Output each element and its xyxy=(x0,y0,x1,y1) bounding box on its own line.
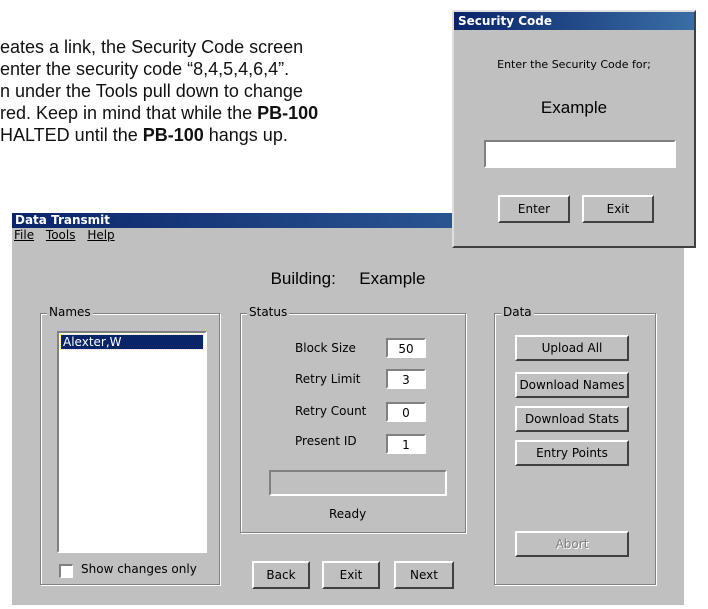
next-button[interactable]: Next xyxy=(394,561,454,589)
doc-line-2: enter the security code “8,4,5,4,6,4”. xyxy=(0,59,290,79)
retry-count-field[interactable]: 0 xyxy=(386,402,426,422)
security-enter-button[interactable]: Enter xyxy=(498,195,570,223)
progress-bar xyxy=(269,470,447,496)
security-prompt: Enter the Security Code for; xyxy=(497,58,651,71)
building-name: Example xyxy=(359,269,426,288)
menu-tools[interactable]: Tools xyxy=(46,228,76,242)
retry-count-label: Retry Count xyxy=(295,404,367,418)
building-header: Building: Example xyxy=(12,269,684,289)
security-dialog-titlebar: Security Code xyxy=(454,12,694,30)
doc-line-4: red. Keep in mind that while the PB-100 xyxy=(0,103,319,123)
doc-line-5: HALTED until the PB-100 hangs up. xyxy=(0,125,288,145)
upload-all-button[interactable]: Upload All xyxy=(515,335,629,361)
retry-limit-field[interactable]: 3 xyxy=(386,369,426,389)
doc-line-3: n under the Tools pull down to change xyxy=(0,81,303,101)
exit-button[interactable]: Exit xyxy=(322,561,380,589)
menu-bar: File Tools Help xyxy=(14,228,115,246)
status-group-label: Status xyxy=(247,305,290,319)
back-button[interactable]: Back xyxy=(252,561,310,589)
security-code-dialog: Security Code Enter the Security Code fo… xyxy=(452,10,696,248)
names-list-item[interactable]: Alexter,W xyxy=(60,334,204,350)
menu-help[interactable]: Help xyxy=(87,228,114,242)
names-group: Names Alexter,W Show changes only xyxy=(40,305,220,585)
status-text: Ready xyxy=(329,507,367,521)
security-dialog-title: Security Code xyxy=(458,14,552,28)
window-title: Data Transmit xyxy=(15,213,110,227)
menu-file[interactable]: File xyxy=(14,228,34,242)
present-id-label: Present ID xyxy=(295,434,357,448)
building-label: Building: xyxy=(270,269,336,288)
block-size-field[interactable]: 50 xyxy=(386,338,426,358)
names-group-label: Names xyxy=(47,305,93,319)
download-names-button[interactable]: Download Names xyxy=(515,372,629,398)
doc-line-1: eates a link, the Security Code screen xyxy=(0,37,304,57)
show-changes-label: Show changes only xyxy=(81,562,197,576)
present-id-field[interactable]: 1 xyxy=(386,434,426,454)
download-stats-button[interactable]: Download Stats xyxy=(515,406,629,432)
entry-points-button[interactable]: Entry Points xyxy=(515,440,629,466)
names-listbox[interactable]: Alexter,W xyxy=(57,331,207,553)
abort-button[interactable]: Abort xyxy=(515,531,629,557)
security-code-input[interactable] xyxy=(484,140,676,168)
data-group-label: Data xyxy=(501,305,534,319)
show-changes-checkbox[interactable] xyxy=(59,564,73,578)
block-size-label: Block Size xyxy=(295,341,356,355)
security-building-name: Example xyxy=(540,98,608,117)
data-group: Data Upload All Download Names Download … xyxy=(494,305,656,585)
data-transmit-window: Data Transmit File Tools Help Building: … xyxy=(12,213,684,605)
security-exit-button[interactable]: Exit xyxy=(582,195,654,223)
status-group: Status Block Size 50 Retry Limit 3 Retry… xyxy=(240,305,466,533)
retry-limit-label: Retry Limit xyxy=(295,372,361,386)
